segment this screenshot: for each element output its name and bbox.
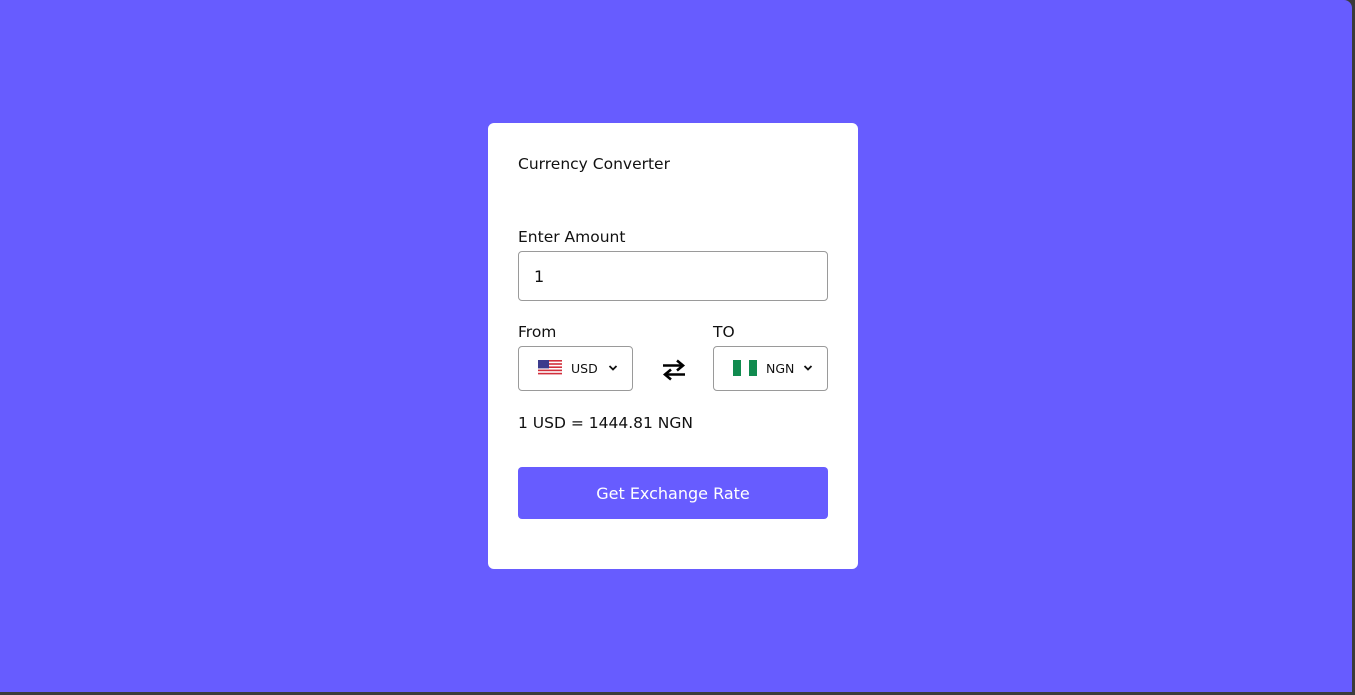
to-currency-code: NGN: [766, 361, 795, 376]
to-currency-select[interactable]: NGN: [713, 346, 828, 391]
exchange-rate-text: 1 USD = 1444.81 NGN: [518, 414, 693, 432]
from-currency-select[interactable]: USD: [518, 346, 633, 391]
us-flag-icon: [538, 360, 562, 376]
nigeria-flag-icon: [733, 360, 757, 376]
chevron-down-icon: [608, 365, 618, 371]
chevron-down-icon: [803, 365, 813, 371]
amount-label: Enter Amount: [518, 228, 626, 246]
get-exchange-rate-button[interactable]: Get Exchange Rate: [518, 467, 828, 519]
amount-input[interactable]: [518, 251, 828, 301]
to-label: TO: [713, 323, 735, 341]
page-background: Currency Converter Enter Amount From TO …: [0, 0, 1352, 692]
from-currency-code: USD: [571, 361, 598, 376]
converter-card: Currency Converter Enter Amount From TO …: [488, 123, 858, 569]
swap-icon[interactable]: [660, 356, 688, 384]
from-label: From: [518, 323, 557, 341]
app-title: Currency Converter: [518, 155, 670, 173]
